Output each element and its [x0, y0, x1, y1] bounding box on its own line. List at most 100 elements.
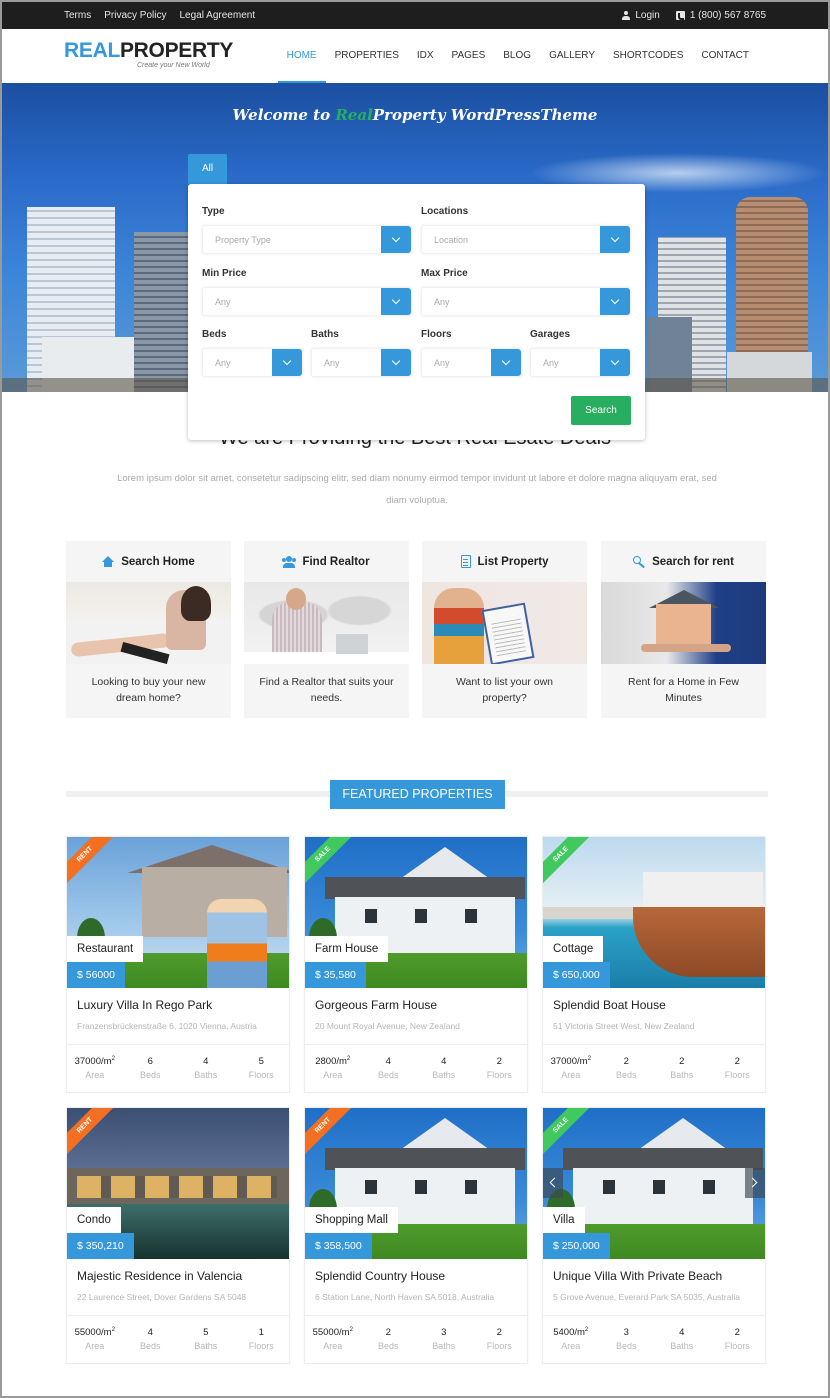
baths-value: 4 [441, 1056, 447, 1067]
stat-baths: 3 Baths [416, 1316, 472, 1364]
service-card-search-home[interactable]: Search Home Looking to buy your new drea… [66, 541, 231, 718]
floors-value: 5 [258, 1056, 264, 1067]
property-photo[interactable]: SALE Villa $ 250,000 [543, 1108, 765, 1259]
nav-blog[interactable]: BLOG [494, 29, 540, 83]
location-select[interactable]: Location [421, 225, 631, 254]
logo[interactable]: REALPROPERTY Create your New World [64, 40, 233, 70]
chevron-down-icon [282, 356, 292, 366]
login-link[interactable]: Login [622, 10, 660, 21]
nav-gallery[interactable]: GALLERY [540, 29, 604, 83]
property-type: Cottage [543, 936, 604, 962]
top-bar: Terms Privacy Policy Legal Agreement Log… [2, 2, 828, 29]
property-stats: 2800/m2 Area 4 Beds 4 Baths 2 Floors [305, 1044, 527, 1093]
service-image [601, 582, 766, 664]
property-address: 22 Laurence Street, Dover Gardens SA 504… [77, 1292, 247, 1302]
area-value: 55000 [312, 1327, 339, 1339]
beds-value: 6 [147, 1056, 153, 1067]
hero-title-start: Welcome to [232, 106, 336, 124]
area-exponent: 2 [111, 1327, 115, 1333]
property-title[interactable]: Gorgeous Farm House [315, 998, 437, 1012]
property-title[interactable]: Luxury Villa In Rego Park [77, 998, 212, 1012]
featured-heading: FEATURED PROPERTIES [330, 780, 505, 809]
stat-beds: 4 Beds [361, 1045, 417, 1093]
floors-dropdown-button[interactable] [491, 349, 521, 376]
property-title[interactable]: Splendid Country House [315, 1269, 445, 1283]
service-card-list-property[interactable]: List Property Want to list your own prop… [422, 541, 587, 718]
type-dropdown-button[interactable] [381, 226, 411, 253]
min-price-dropdown-button[interactable] [381, 288, 411, 315]
floors-label: Floors [486, 1070, 512, 1080]
nav-idx[interactable]: IDX [408, 29, 443, 83]
property-title[interactable]: Unique Villa With Private Beach [553, 1269, 722, 1283]
property-card[interactable]: SALE Villa $ 250,000 Unique Villa With Priv… [542, 1107, 766, 1364]
beds-dropdown-button[interactable] [272, 349, 302, 376]
max-price-dropdown-button[interactable] [600, 288, 630, 315]
property-price: $ 35,580 [305, 962, 366, 988]
stat-baths: 4 Baths [416, 1045, 472, 1093]
property-card[interactable]: SALE Farm House $ 35,580 Gorgeous Farm Hous… [304, 836, 528, 1093]
property-photo[interactable]: RENT Condo $ 350,210 [67, 1108, 289, 1259]
top-links: Terms Privacy Policy Legal Agreement [64, 10, 255, 21]
property-card[interactable]: RENT Restaurant $ 56000 Luxury Villa In Reg… [66, 836, 290, 1093]
privacy-policy-link[interactable]: Privacy Policy [104, 10, 166, 21]
min-price-select[interactable]: Any [202, 287, 412, 316]
garages-value: Any [543, 358, 559, 368]
garages-dropdown-button[interactable] [600, 349, 630, 376]
max-price-select[interactable]: Any [421, 287, 631, 316]
area-label: Area [561, 1070, 581, 1081]
service-header: List Property [422, 541, 587, 582]
carousel-next-button[interactable] [745, 1168, 765, 1198]
floors-label: Floors [248, 1341, 274, 1351]
key-icon [633, 555, 645, 568]
service-image [422, 582, 587, 664]
beds-select[interactable]: Any [202, 348, 303, 377]
terms-link[interactable]: Terms [64, 10, 91, 21]
floors-value: 1 [258, 1327, 264, 1338]
beds-value: 3 [623, 1327, 629, 1338]
property-photo[interactable]: SALE Cottage $ 650,000 [543, 837, 765, 988]
service-title: List Property [477, 555, 549, 568]
phone-link[interactable]: 1 (800) 567 8765 [675, 10, 766, 21]
chevron-down-icon [610, 233, 620, 243]
baths-select[interactable]: Any [311, 348, 412, 377]
min-price-value: Any [215, 297, 231, 307]
area-exponent: 2 [587, 1056, 591, 1062]
property-price: $ 250,000 [543, 1233, 610, 1259]
service-card-search-rent[interactable]: Search for rent Rent for a Home in Few M… [601, 541, 766, 718]
nav-properties[interactable]: PROPERTIES [326, 29, 408, 83]
garages-select[interactable]: Any [530, 348, 631, 377]
property-photo[interactable]: RENT Restaurant $ 56000 [67, 837, 289, 988]
chevron-down-icon [501, 356, 511, 366]
stat-baths: 4 Baths [178, 1045, 234, 1093]
property-photo[interactable]: RENT Shopping Mall $ 358,500 [305, 1108, 527, 1259]
nav-home[interactable]: HOME [277, 29, 326, 84]
property-card[interactable]: SALE Cottage $ 650,000 Splendid Boat House 5… [542, 836, 766, 1093]
search-button[interactable]: Search [571, 396, 631, 425]
area-value: 55000 [74, 1327, 101, 1339]
baths-dropdown-button[interactable] [381, 349, 411, 376]
property-address: 6 Station Lane, North Haven SA 5018, Aus… [315, 1292, 495, 1302]
location-dropdown-button[interactable] [600, 226, 630, 253]
property-photo[interactable]: SALE Farm House $ 35,580 [305, 837, 527, 988]
service-card-find-realtor[interactable]: Find Realtor Find a Realtor that suits y… [244, 541, 409, 718]
beds-value: Any [215, 358, 231, 368]
legal-agreement-link[interactable]: Legal Agreement [179, 10, 255, 21]
area-unit: /m [101, 1327, 112, 1339]
chevron-right-icon [747, 1177, 758, 1188]
nav-contact[interactable]: CONTACT [692, 29, 758, 83]
property-card[interactable]: RENT Condo $ 350,210 Majestic Residence in … [66, 1107, 290, 1364]
floors-select[interactable]: Any [421, 348, 522, 377]
nav-shortcodes[interactable]: SHORTCODES [604, 29, 692, 83]
type-label: Type [202, 206, 225, 217]
type-select[interactable]: Property Type [202, 225, 412, 254]
search-tab-all[interactable]: All [188, 154, 227, 189]
property-card[interactable]: RENT Shopping Mall $ 358,500 Splendid Count… [304, 1107, 528, 1364]
property-title[interactable]: Splendid Boat House [553, 998, 666, 1012]
carousel-prev-button[interactable] [543, 1168, 563, 1198]
property-title[interactable]: Majestic Residence in Valencia [77, 1269, 242, 1283]
property-price: $ 56000 [67, 962, 125, 988]
area-unit: /m [101, 1056, 112, 1068]
nav-pages[interactable]: PAGES [443, 29, 495, 83]
service-title: Find Realtor [302, 555, 370, 568]
baths-label: Baths [670, 1341, 694, 1351]
